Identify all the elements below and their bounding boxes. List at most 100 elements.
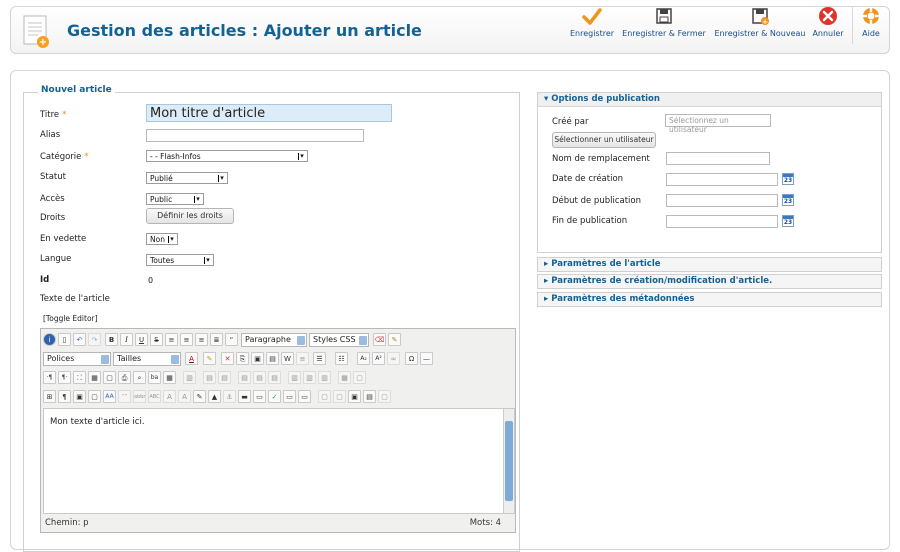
replace-icon[interactable]: ba (148, 371, 161, 384)
visual-aid-icon[interactable]: ⊞ (43, 390, 56, 403)
acronym-icon[interactable]: ABC (148, 390, 161, 403)
fullscreen-icon[interactable]: ⛶ (73, 371, 86, 384)
creation-date-input[interactable] (666, 173, 778, 186)
numbered-list-icon[interactable]: ☷ (335, 352, 348, 365)
cleanup-icon[interactable]: ✎ (388, 333, 401, 346)
styles-icon[interactable]: AA (103, 390, 116, 403)
delete-text-icon[interactable]: A (163, 390, 176, 403)
featured-select[interactable]: Non ▾ (146, 233, 178, 245)
publish-up-input[interactable] (666, 194, 778, 207)
sizes-select[interactable]: Tailles (113, 352, 181, 366)
table-props-icon[interactable]: ▥ (183, 371, 196, 384)
align-right-icon[interactable]: ≡ (195, 333, 208, 346)
fonts-select[interactable]: Polices (43, 352, 111, 366)
new-document-icon[interactable]: ▯ (58, 333, 71, 346)
copy-icon[interactable]: ⎘ (236, 352, 249, 365)
col-before-icon[interactable]: ▥ (288, 371, 301, 384)
article-icon[interactable]: ▤ (363, 390, 376, 403)
css-styles-select[interactable]: Styles CSS (309, 333, 369, 347)
category-select[interactable]: - - Flash-Infos ▾ (146, 150, 308, 162)
editor-content-area[interactable]: Mon texte d'article ici. (43, 408, 515, 514)
cancel-button[interactable]: Annuler (808, 6, 848, 44)
print-icon[interactable]: ⎙ (118, 371, 131, 384)
image-icon[interactable]: ▲ (208, 390, 221, 403)
spellcheck-icon[interactable]: ✓ (268, 390, 281, 403)
italic-icon[interactable]: I (120, 333, 133, 346)
calendar-icon[interactable]: 23 (782, 215, 794, 227)
absolute-icon[interactable]: ▢ (88, 390, 101, 403)
eraser-icon[interactable]: ⌫ (373, 333, 386, 346)
paste-word-icon[interactable]: W (281, 352, 294, 365)
find-icon[interactable]: ⌕ (133, 371, 146, 384)
delete-row-icon[interactable]: ▤ (268, 371, 281, 384)
save-new-button[interactable]: + Enregistrer & Nouveau (713, 6, 807, 44)
split-cells-icon[interactable]: ▦ (338, 371, 351, 384)
align-icon[interactable]: ≡ (296, 352, 309, 365)
readmore-icon[interactable]: ▭ (283, 390, 296, 403)
save-editor-icon[interactable]: ▣ (348, 390, 361, 403)
superscript-icon[interactable]: A² (372, 352, 385, 365)
cell-props-icon[interactable]: ▤ (218, 371, 231, 384)
text-color-icon[interactable]: A (185, 352, 198, 365)
row-before-icon[interactable]: ▤ (238, 371, 251, 384)
pagebreak-icon[interactable]: ▭ (298, 390, 311, 403)
editor-scrollbar[interactable] (503, 409, 514, 513)
align-justify-icon[interactable]: ≣ (210, 333, 223, 346)
special-char-icon[interactable]: Ω (405, 352, 418, 365)
cut-icon[interactable]: ✕ (221, 352, 234, 365)
template-insert-icon[interactable]: ▢ (333, 390, 346, 403)
editor-scroll-thumb[interactable] (505, 421, 513, 501)
article-params-header[interactable]: ▸ Paramètres de l'article (537, 257, 882, 272)
cite-icon[interactable]: “” (118, 390, 131, 403)
blockquote-icon[interactable]: “ (225, 333, 238, 346)
template-icon[interactable]: ▢ (103, 371, 116, 384)
col-after-icon[interactable]: ▥ (303, 371, 316, 384)
publication-options-header[interactable]: ▾ Options de publication (537, 92, 882, 107)
link-icon[interactable]: ∞ (387, 352, 400, 365)
select-user-button[interactable]: Sélectionner un utilisateur (552, 132, 656, 148)
highlight-icon[interactable]: ✎ (203, 352, 216, 365)
paste-icon[interactable]: ▣ (251, 352, 264, 365)
media-icon[interactable]: ▬ (238, 390, 251, 403)
ltr-icon[interactable]: ·¶ (43, 371, 56, 384)
undo-icon[interactable]: ↶ (73, 333, 86, 346)
access-select[interactable]: Public ▾ (146, 193, 204, 205)
publish-down-input[interactable] (666, 215, 778, 228)
toggle-icon[interactable]: ▢ (378, 390, 391, 403)
help-button[interactable]: Aide (856, 6, 886, 44)
bold-icon[interactable]: B (105, 333, 118, 346)
status-select[interactable]: Publié ▾ (146, 172, 228, 184)
attributes-icon[interactable]: ✎ (193, 390, 206, 403)
save-close-button[interactable]: Enregistrer & Fermer (621, 6, 707, 44)
calendar-icon[interactable]: 23 (782, 173, 794, 185)
insert-text-icon[interactable]: A (178, 390, 191, 403)
title-input[interactable]: Mon titre d'article (146, 104, 392, 122)
merge-cells-icon[interactable]: ▢ (353, 371, 366, 384)
set-rights-button[interactable]: Définir les droits (146, 208, 234, 224)
rtl-icon[interactable]: ¶· (58, 371, 71, 384)
row-after-icon[interactable]: ▤ (253, 371, 266, 384)
align-center-icon[interactable]: ≡ (180, 333, 193, 346)
language-select[interactable]: Toutes ▾ (146, 254, 214, 266)
align-left-icon[interactable]: ≡ (165, 333, 178, 346)
table-insert-icon[interactable]: ▦ (163, 371, 176, 384)
horizontal-rule-icon[interactable]: — (420, 352, 433, 365)
metadata-params-header[interactable]: ▸ Paramètres des métadonnées (537, 292, 882, 307)
paste-text-icon[interactable]: ▤ (266, 352, 279, 365)
underline-icon[interactable]: U (135, 333, 148, 346)
redo-icon[interactable]: ↷ (88, 333, 101, 346)
row-props-icon[interactable]: ▤ (203, 371, 216, 384)
paragraph-select[interactable]: Paragraphe (241, 333, 307, 347)
subscript-icon[interactable]: A₂ (357, 352, 370, 365)
toggle-editor-link[interactable]: [Toggle Editor] (43, 314, 98, 323)
show-blocks-icon[interactable]: ¶ (58, 390, 71, 403)
layer-icon[interactable]: ▣ (73, 390, 86, 403)
delete-col-icon[interactable]: ▥ (318, 371, 331, 384)
calendar-icon[interactable]: 23 (782, 194, 794, 206)
save-button[interactable]: Enregistrer (563, 6, 621, 44)
created-by-input[interactable]: Sélectionnez un utilisateur (665, 114, 771, 134)
nonbreaking-icon[interactable]: ▢ (318, 390, 331, 403)
abbr-icon[interactable]: abbr (133, 390, 146, 403)
code-icon[interactable]: ▭ (253, 390, 266, 403)
bullet-list-icon[interactable]: ☰ (313, 352, 326, 365)
